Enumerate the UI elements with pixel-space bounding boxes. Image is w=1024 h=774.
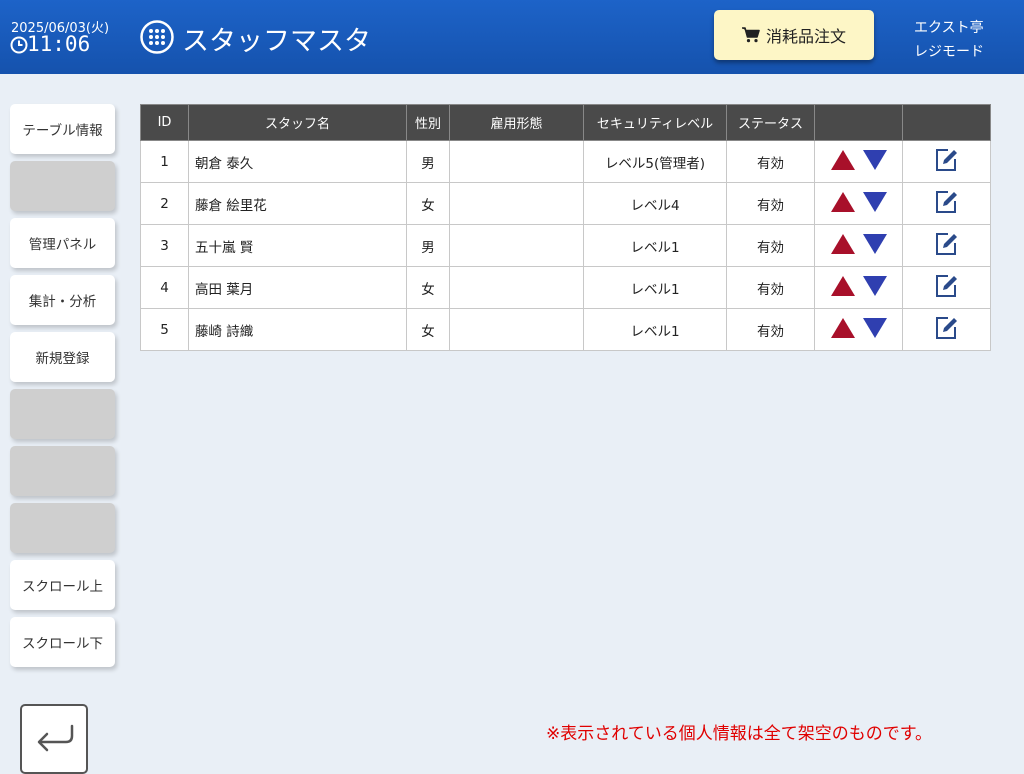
cell-id: 5 [140,308,189,351]
column-header-id: ID [140,104,189,141]
cell-gender: 男 [406,140,450,183]
cell-security-level: レベル1 [583,224,727,267]
cell-employment [449,224,584,267]
cell-staff-name: 藤崎 詩織 [188,308,407,351]
cell-status: 有効 [726,266,815,309]
cell-security-level: レベル5(管理者) [583,140,727,183]
up-arrow-icon[interactable] [830,149,855,174]
clock-icon [10,36,28,54]
sidebar-item-empty [10,389,115,439]
return-arrow-icon [37,724,74,752]
sidebar-item-label: 管理パネル [28,237,97,253]
cell-id: 3 [140,224,189,267]
down-arrow-icon[interactable] [862,233,887,258]
cell-staff-name: 朝倉 泰久 [188,140,407,183]
column-header-security-level: セキュリティレベル [583,104,727,141]
cell-order [814,308,903,351]
register-mode: レジモード [914,44,984,60]
cell-status: 有効 [726,140,815,183]
sidebar-item-label: 集計・分析 [28,294,97,310]
sidebar-item-admin-panel[interactable]: 管理パネル [10,218,115,268]
order-supplies-button[interactable]: 消耗品注文 [714,10,874,60]
grid-menu-icon[interactable] [140,20,174,54]
down-arrow-icon[interactable] [862,275,887,300]
cell-order [814,182,903,225]
cell-staff-name: 藤倉 絵里花 [188,182,407,225]
table-row[interactable]: 5 藤崎 詩織女 レベル1 有効 [140,308,991,351]
sidebar-item-label: スクロール下 [22,636,103,652]
edit-icon[interactable] [934,315,960,345]
cell-staff-name: 高田 葉月 [188,266,407,309]
up-arrow-icon[interactable] [830,275,855,300]
cell-order [814,266,903,309]
down-arrow-icon[interactable] [862,191,887,216]
up-arrow-icon[interactable] [830,317,855,342]
edit-icon[interactable] [934,231,960,261]
sidebar-item-empty [10,503,115,553]
cell-edit [902,308,991,351]
down-arrow-icon[interactable] [862,317,887,342]
cell-order [814,224,903,267]
cell-id: 4 [140,266,189,309]
table-row[interactable]: 1 朝倉 泰久男 レベル5(管理者) 有効 [140,140,991,183]
page-title: スタッフマスタ [182,26,371,57]
table-row[interactable]: 4 高田 葉月女 レベル1 有効 [140,266,991,309]
sidebar-item-label: テーブル情報 [22,123,103,139]
header-time: 11:06 [27,32,91,56]
column-header-staff-name: スタッフ名 [188,104,407,141]
edit-icon[interactable] [934,189,960,219]
header-bar: 2025/06/03(火) 11:06 スタッフマスタ 消耗品注文 エクスト亭 … [0,0,1024,74]
table-row[interactable]: 3 五十嵐 賢男 レベル1 有効 [140,224,991,267]
column-header-employment: 雇用形態 [449,104,584,141]
up-arrow-icon[interactable] [830,191,855,216]
edit-icon[interactable] [934,147,960,177]
cell-status: 有効 [726,182,815,225]
cell-staff-name: 五十嵐 賢 [188,224,407,267]
cell-security-level: レベル1 [583,308,727,351]
cell-employment [449,182,584,225]
sidebar-item-label: スクロール上 [22,579,103,595]
cell-employment [449,308,584,351]
sidebar-item-new-register[interactable]: 新規登録 [10,332,115,382]
up-arrow-icon[interactable] [830,233,855,258]
cell-status: 有効 [726,224,815,267]
column-header-status: ステータス [726,104,815,141]
edit-icon[interactable] [934,273,960,303]
cell-edit [902,266,991,309]
down-arrow-icon[interactable] [862,149,887,174]
sidebar-item-empty [10,446,115,496]
column-header-gender: 性別 [406,104,450,141]
cell-edit [902,140,991,183]
sidebar-item-analytics[interactable]: 集計・分析 [10,275,115,325]
cart-icon [741,27,760,43]
cell-edit [902,224,991,267]
cell-gender: 男 [406,224,450,267]
sidebar-item-scroll-up[interactable]: スクロール上 [10,560,115,610]
cell-employment [449,266,584,309]
cell-id: 1 [140,140,189,183]
staff-table: ID スタッフ名 性別 雇用形態 セキュリティレベル ステータス 1 朝倉 泰久男… [140,104,991,351]
order-supplies-label: 消耗品注文 [765,27,846,46]
cell-employment [449,140,584,183]
shop-name: エクスト亭 [914,20,984,36]
sidebar-item-empty [10,161,115,211]
cell-gender: 女 [406,266,450,309]
table-row[interactable]: 2 藤倉 絵里花女 レベル4 有効 [140,182,991,225]
cell-security-level: レベル1 [583,266,727,309]
cell-gender: 女 [406,308,450,351]
fictional-data-notice: ※表示されている個人情報は全て架空のものです。 [546,724,933,744]
column-header-edit [902,104,991,141]
cell-order [814,140,903,183]
table-header-row: ID スタッフ名 性別 雇用形態 セキュリティレベル ステータス [140,104,991,141]
cell-edit [902,182,991,225]
cell-security-level: レベル4 [583,182,727,225]
sidebar-item-label: 新規登録 [35,351,90,367]
back-button[interactable] [20,704,88,774]
sidebar-item-scroll-down[interactable]: スクロール下 [10,617,115,667]
cell-id: 2 [140,182,189,225]
cell-gender: 女 [406,182,450,225]
column-header-order [814,104,903,141]
sidebar-item-table-info[interactable]: テーブル情報 [10,104,115,154]
cell-status: 有効 [726,308,815,351]
